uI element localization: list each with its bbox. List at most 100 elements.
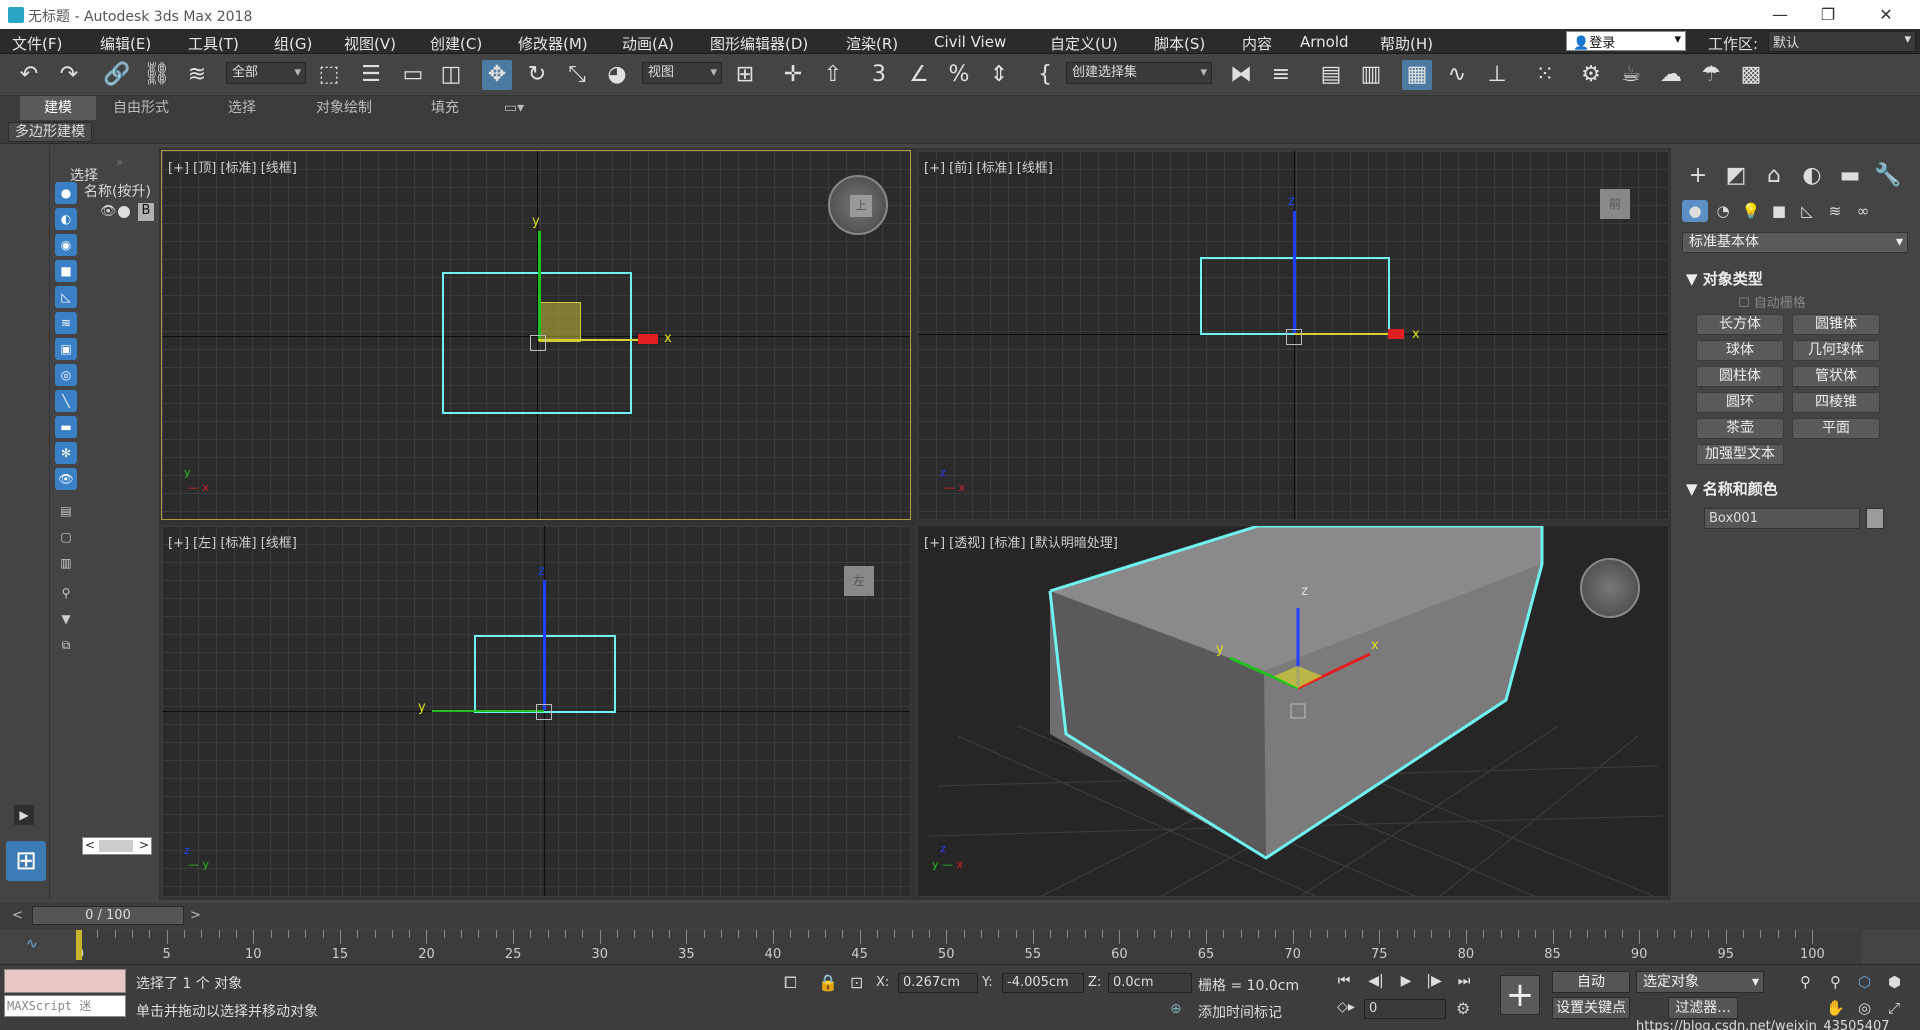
goto-start-icon[interactable]: ⏮: [1332, 971, 1356, 991]
display-bones-icon[interactable]: ╲: [55, 390, 77, 412]
viewcube-face[interactable]: 上: [850, 195, 872, 217]
viewcube-front[interactable]: 前: [1600, 189, 1630, 219]
maximize-viewport-icon[interactable]: ⤢: [1888, 999, 1900, 1017]
layer-explorer-icon[interactable]: ▥: [1356, 60, 1386, 90]
sphere-button[interactable]: 球体: [1696, 340, 1784, 361]
rollout-name-color[interactable]: ▼ 名称和颜色: [1686, 478, 1778, 499]
x-axis-arrow[interactable]: [1294, 333, 1400, 335]
cone-button[interactable]: 圆锥体: [1792, 314, 1880, 335]
percent-snap-icon[interactable]: %: [944, 60, 974, 90]
key-filters-button[interactable]: 过滤器...: [1668, 997, 1738, 1019]
explorer-scrollbar[interactable]: < >: [82, 837, 152, 855]
time-slider[interactable]: 0 / 100: [32, 906, 184, 925]
angle-snap-icon[interactable]: ∠: [904, 60, 934, 90]
systems-icon[interactable]: ∞: [1850, 200, 1876, 222]
link-icon[interactable]: 🔗: [102, 60, 132, 90]
snaps-toggle-icon[interactable]: 3: [864, 60, 894, 90]
display-containers-icon[interactable]: ▬: [55, 416, 77, 438]
select-scale-icon[interactable]: ⤡: [562, 60, 592, 90]
current-frame-input[interactable]: 0: [1364, 999, 1446, 1019]
rollout-object-type[interactable]: ▼ 对象类型: [1686, 268, 1763, 289]
viewport-left-label[interactable]: [+] [左] [标准] [线框]: [168, 532, 297, 551]
display-geometry-icon[interactable]: ●: [55, 182, 77, 204]
display-hidden-icon[interactable]: 👁: [55, 468, 77, 490]
plane-button[interactable]: 平面: [1792, 418, 1880, 439]
menu-content[interactable]: 内容: [1242, 33, 1272, 54]
spacewarps-icon[interactable]: ≋: [1822, 200, 1848, 222]
tab-freeform[interactable]: 自由形式: [100, 96, 182, 120]
menu-customize[interactable]: 自定义(U): [1050, 33, 1118, 54]
geometry-icon[interactable]: ●: [1682, 200, 1708, 222]
filter-icon[interactable]: ▼: [55, 608, 77, 630]
lights-icon[interactable]: 💡: [1738, 200, 1764, 222]
gizmo-center[interactable]: [530, 335, 546, 351]
curve-editor-icon[interactable]: ∿: [1442, 60, 1472, 90]
maxscript-input[interactable]: MAXScript 迷: [4, 995, 126, 1017]
viewport-perspective[interactable]: [+] [透视] [标准] [默认明暗处理] z x y z y — x: [917, 525, 1669, 897]
x-coordinate-input[interactable]: 0.267cm: [898, 973, 978, 993]
maxscript-listener-top[interactable]: [4, 969, 126, 993]
menu-arnold[interactable]: Arnold: [1300, 33, 1349, 51]
zoom-all-icon[interactable]: ⚲: [1830, 973, 1841, 991]
menu-animation[interactable]: 动画(A): [622, 33, 674, 54]
render-cloud-icon[interactable]: ☂: [1696, 60, 1726, 90]
viewport-front-label[interactable]: [+] [前] [标准] [线框]: [924, 157, 1053, 176]
place-icon[interactable]: ◕: [602, 60, 632, 90]
track-bar[interactable]: 0510152025303540455055606570758085909510…: [76, 930, 1862, 964]
menu-group[interactable]: 组(G): [274, 33, 312, 54]
display-helpers-icon[interactable]: ◺: [55, 286, 77, 308]
menu-graph-editors[interactable]: 图形编辑器(D): [710, 33, 808, 54]
z-coordinate-input[interactable]: 0.0cm: [1108, 973, 1192, 993]
select-by-name-icon[interactable]: ☰: [356, 60, 386, 90]
display-groups-icon[interactable]: ▣: [55, 338, 77, 360]
y-axis-arrow[interactable]: [538, 231, 541, 341]
add-time-tag-text[interactable]: 添加时间标记: [1198, 1002, 1282, 1022]
collapse-chevron-icon[interactable]: »: [116, 155, 123, 169]
polygon-modeling-button[interactable]: 多边形建模: [8, 122, 92, 142]
keyboard-shortcut-icon[interactable]: ⇧: [818, 60, 848, 90]
mirror-icon[interactable]: ⧓: [1226, 60, 1256, 90]
render-setup-icon[interactable]: ⚙: [1576, 60, 1606, 90]
select-manipulate-icon[interactable]: ✛: [778, 60, 808, 90]
hierarchy-tab-icon[interactable]: ⌂: [1758, 162, 1790, 190]
schematic-view-icon[interactable]: ⊥: [1482, 60, 1512, 90]
unlink-icon[interactable]: ⛓: [142, 60, 172, 90]
viewport-top-label[interactable]: [+] [顶] [标准] [线框]: [168, 157, 297, 176]
selection-filter-select[interactable]: 全部: [226, 62, 306, 84]
undo-icon[interactable]: ↶: [14, 60, 44, 90]
menu-modifiers[interactable]: 修改器(M): [518, 33, 588, 54]
z-axis-arrow-left[interactable]: [543, 580, 546, 710]
ref-coord-select[interactable]: 视图: [642, 62, 722, 84]
set-key-button[interactable]: 设置关键点: [1552, 997, 1630, 1019]
viewport-persp-label[interactable]: [+] [透视] [标准] [默认明暗处理]: [924, 532, 1118, 551]
render-online-icon[interactable]: ▩: [1736, 60, 1766, 90]
login-dropdown[interactable]: 👤登录 ▾: [1566, 31, 1686, 51]
key-mode-icon[interactable]: ◇▸: [1334, 997, 1358, 1017]
minimize-button[interactable]: —: [1760, 4, 1800, 26]
absolute-mode-icon[interactable]: ⊡: [850, 973, 863, 992]
menu-help[interactable]: 帮助(H): [1380, 33, 1433, 54]
tab-modeling[interactable]: 建模: [20, 96, 96, 120]
viewport-front[interactable]: [+] [前] [标准] [线框] z x 前 z — x: [917, 150, 1669, 520]
create-tab-icon[interactable]: +: [1682, 162, 1714, 190]
time-tag-icon[interactable]: ⊕: [1170, 1001, 1182, 1017]
zoom-extents-all-icon[interactable]: ⬢: [1888, 973, 1901, 991]
edit-named-sel-icon[interactable]: {: [1030, 60, 1060, 90]
y-coordinate-input[interactable]: -4.005cm: [1002, 973, 1084, 993]
box-button[interactable]: 长方体: [1696, 314, 1784, 335]
menu-rendering[interactable]: 渲染(R): [846, 33, 898, 54]
current-frame-marker[interactable]: [76, 930, 82, 960]
menu-civil-view[interactable]: Civil View: [934, 33, 1006, 51]
redo-icon[interactable]: ↷: [54, 60, 84, 90]
next-key-icon[interactable]: |▶: [1422, 971, 1446, 991]
display-all-icon[interactable]: ▤: [55, 500, 77, 522]
next-frame-icon[interactable]: >: [190, 908, 201, 923]
display-frozen-icon[interactable]: ✻: [55, 442, 77, 464]
select-rotate-icon[interactable]: ↻: [522, 60, 552, 90]
display-spacewarps-icon[interactable]: ≋: [55, 312, 77, 334]
rendered-frame-icon[interactable]: ☕: [1616, 60, 1646, 90]
menu-scripting[interactable]: 脚本(S): [1154, 33, 1205, 54]
visibility-eye-icon[interactable]: 👁: [100, 204, 117, 219]
prev-key-icon[interactable]: ◀|: [1364, 971, 1388, 991]
play-icon[interactable]: ▶: [1394, 971, 1418, 991]
